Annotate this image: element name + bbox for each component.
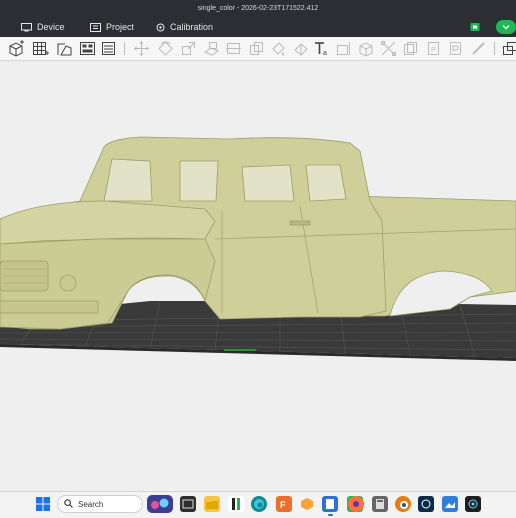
- fusion-icon[interactable]: F: [276, 496, 292, 512]
- search-icon: [64, 499, 73, 510]
- plate-origin-marker: [224, 349, 256, 351]
- brim-ears-icon[interactable]: [470, 40, 487, 57]
- task-view-icon[interactable]: [180, 496, 196, 512]
- window-title: single_color - 2026-02-23T171522.412: [198, 5, 319, 12]
- svg-text:F: F: [280, 500, 286, 510]
- taskbar-search-box[interactable]: Search: [57, 495, 143, 513]
- arrange-icon[interactable]: [79, 40, 96, 57]
- lay-on-face-icon[interactable]: [203, 40, 220, 57]
- add-plate-icon[interactable]: [32, 40, 49, 57]
- truck-model: [0, 137, 516, 329]
- photos-icon[interactable]: [442, 496, 458, 512]
- project-icon: [90, 23, 101, 32]
- toolbar-separator: [124, 42, 125, 55]
- move-icon[interactable]: [133, 40, 150, 57]
- project-tab-label: Project: [106, 22, 134, 32]
- door-handle: [290, 221, 310, 225]
- door-window: [242, 165, 294, 201]
- cut-icon[interactable]: [225, 40, 242, 57]
- active-indicator: [324, 496, 336, 512]
- calibration-tab-label: Calibration: [170, 22, 213, 32]
- bambu-studio-icon[interactable]: [228, 496, 244, 512]
- support-paint-icon[interactable]: [270, 40, 287, 57]
- side-window-front: [180, 161, 218, 201]
- main-toolbar: a P: [0, 37, 516, 61]
- rear-window: [306, 165, 346, 201]
- firefox-icon[interactable]: [348, 496, 364, 512]
- rotate-icon[interactable]: [157, 40, 174, 57]
- widgets-icon[interactable]: [147, 495, 173, 513]
- more-tools-icon[interactable]: [501, 40, 516, 57]
- windshield: [104, 159, 152, 201]
- seam-paint-icon[interactable]: [293, 40, 310, 57]
- split-objects-icon[interactable]: [100, 40, 117, 57]
- monitor-icon: [21, 23, 32, 32]
- color-paint-icon[interactable]: P: [425, 40, 442, 57]
- svg-text:P: P: [431, 47, 436, 54]
- search-label: Search: [78, 500, 103, 509]
- truck-bumper: [0, 301, 98, 313]
- orient-icon[interactable]: [56, 40, 73, 57]
- calculator-icon[interactable]: [372, 496, 388, 512]
- start-icon[interactable]: [36, 497, 50, 511]
- assembly-icon[interactable]: [357, 40, 374, 57]
- 3d-viewer-icon[interactable]: [299, 496, 315, 512]
- svg-text:a: a: [323, 50, 327, 57]
- calibration-icon: [156, 23, 165, 32]
- monitor-app-icon[interactable]: [465, 496, 481, 512]
- 3d-viewport[interactable]: [0, 61, 516, 491]
- variable-layer-height-icon[interactable]: [335, 40, 352, 57]
- file-explorer-icon[interactable]: [204, 496, 220, 512]
- text-icon[interactable]: a: [313, 40, 330, 57]
- measure-icon[interactable]: [380, 40, 397, 57]
- chevron-down-icon: [496, 20, 516, 34]
- add-object-icon[interactable]: [8, 40, 25, 57]
- blender-icon[interactable]: [395, 496, 411, 512]
- truck-hood: [0, 201, 215, 244]
- project-tab[interactable]: Project: [90, 17, 134, 37]
- device-tab-label: Device: [37, 22, 65, 32]
- expand-toggle-button[interactable]: [496, 20, 516, 34]
- 3d-scene: [0, 61, 516, 491]
- window-title-bar: single_color - 2026-02-23T171522.412: [0, 0, 516, 17]
- calibration-tab[interactable]: Calibration: [156, 17, 213, 37]
- boolean-icon[interactable]: [248, 40, 265, 57]
- device-tab[interactable]: Device: [21, 17, 65, 37]
- truck-headlight: [60, 275, 76, 291]
- scale-icon[interactable]: [180, 40, 197, 57]
- toolbar-separator: [494, 42, 495, 55]
- windows-taskbar: Search F: [0, 491, 516, 517]
- mesh-boolean-icon[interactable]: [402, 40, 419, 57]
- terminal-app-icon[interactable]: [418, 496, 434, 512]
- fuzzy-skin-icon[interactable]: [447, 40, 464, 57]
- edge-icon[interactable]: [251, 496, 267, 512]
- main-nav-bar: Device Project Calibration: [0, 17, 516, 37]
- store-icon[interactable]: [470, 19, 480, 35]
